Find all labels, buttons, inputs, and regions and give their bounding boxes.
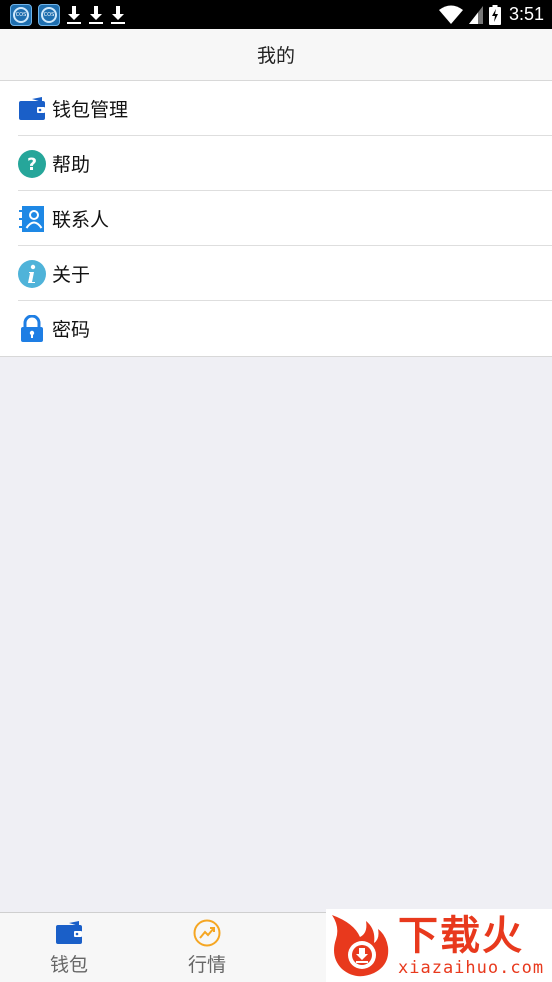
download-icon bbox=[89, 5, 103, 24]
flame-logo-icon bbox=[332, 915, 389, 977]
app-notification-text: COS bbox=[41, 6, 57, 23]
menu-item-wallet-management[interactable]: 钱包管理 bbox=[0, 81, 552, 136]
tab-wallet[interactable]: 钱包 bbox=[0, 913, 138, 982]
system-status: 3:51 bbox=[438, 4, 544, 25]
tab-label: 行情 bbox=[187, 954, 226, 976]
cell-signal-icon bbox=[468, 5, 483, 24]
menu-item-label: 联系人 bbox=[52, 209, 110, 231]
menu-item-label: 密码 bbox=[52, 319, 91, 341]
watermark-title: 下载火 bbox=[398, 912, 524, 959]
menu-item-label: 关于 bbox=[52, 264, 91, 286]
info-icon bbox=[18, 259, 46, 288]
menu-item-label: 钱包管理 bbox=[52, 99, 129, 121]
menu-item-help[interactable]: ? 帮助 bbox=[0, 136, 552, 191]
download-icon bbox=[67, 5, 81, 24]
wallet-icon bbox=[18, 95, 46, 123]
help-icon: ? bbox=[18, 149, 46, 178]
app-notification-icon: COS bbox=[38, 3, 60, 26]
lock-icon bbox=[18, 314, 46, 343]
watermark-text: 下载火 xiazaihuo.com bbox=[398, 914, 544, 978]
battery-charging-icon bbox=[488, 4, 501, 25]
menu-item-label: 帮助 bbox=[52, 154, 91, 176]
page-title: 我的 bbox=[256, 45, 295, 67]
watermark: 下载火 xiazaihuo.com bbox=[326, 909, 552, 982]
status-bar: COS COS 3:51 bbox=[0, 0, 552, 29]
tab-market[interactable]: 行情 bbox=[138, 913, 276, 982]
menu-item-about[interactable]: 关于 bbox=[0, 246, 552, 301]
download-icon bbox=[111, 5, 125, 24]
app-notification-text: COS bbox=[13, 6, 29, 23]
notification-area: COS COS bbox=[10, 3, 126, 26]
settings-menu: 钱包管理 ? 帮助 联系人 关于 密码 bbox=[0, 81, 552, 357]
wifi-icon bbox=[438, 5, 463, 24]
clock: 3:51 bbox=[508, 4, 544, 24]
menu-item-password[interactable]: 密码 bbox=[0, 301, 552, 356]
watermark-url: xiazaihuo.com bbox=[398, 957, 545, 978]
tab-label: 钱包 bbox=[49, 954, 88, 976]
svg-text:?: ? bbox=[27, 155, 37, 175]
contacts-icon bbox=[18, 205, 46, 233]
market-trend-icon bbox=[192, 918, 222, 948]
wallet-icon bbox=[54, 918, 84, 948]
menu-item-contacts[interactable]: 联系人 bbox=[0, 191, 552, 246]
page-header: 我的 bbox=[0, 29, 552, 81]
app-notification-icon: COS bbox=[10, 3, 32, 26]
